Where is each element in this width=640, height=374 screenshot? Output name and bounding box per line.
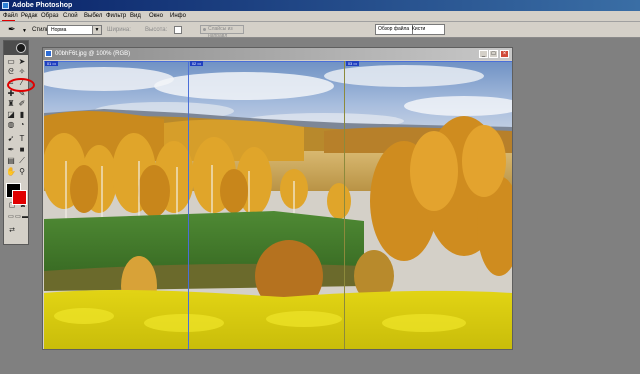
palette-well: Обзор файла Кисти [375,24,445,35]
height-label: Высота: [145,27,168,33]
pen-icon[interactable]: ✒ [6,145,16,154]
zoom-icon[interactable]: ⚲ [17,167,27,176]
menu-file-underline [2,20,15,21]
gradient-icon[interactable]: ▮ [17,110,27,119]
slices-from-guides-button[interactable]: Слайсы из направл [200,25,244,39]
dodge-icon[interactable]: ◔ [17,120,27,129]
menu-layer[interactable]: Слой [63,11,78,21]
document-icon [45,50,52,57]
background-color-swatch[interactable] [12,190,27,205]
lasso-icon[interactable]: ᘓ [6,67,16,76]
menu-filter[interactable]: Фильтр [106,11,126,21]
menu-edit[interactable]: Редак [21,11,37,21]
chevron-down-icon[interactable]: ▼ [22,28,27,34]
toolbox: ▭ ➤ ᘓ ✧ ⌗ ⁄ ✚ ✎ ♜ ✐ ◪ ▮ ◍ ◔ ➹ T ✒ ■ ▤ ⟋ … [3,40,29,245]
slice-number-tag-2: 02 ▭ [190,61,203,66]
adobe-online-icon[interactable] [16,43,26,53]
rectangular-marquee-icon[interactable]: ▭ [6,57,16,66]
menu-image[interactable]: Образ [41,11,58,21]
tab-file-browser[interactable]: Обзор файла [376,25,413,34]
landscape-photo [44,61,512,349]
clone-stamp-icon[interactable]: ♜ [6,99,16,108]
menu-window[interactable]: Окно [149,11,163,21]
minimize-button[interactable]: _ [479,50,488,58]
close-button[interactable]: × [500,50,509,58]
height-field[interactable] [174,26,182,34]
toolbox-header[interactable] [4,41,28,55]
tab-brushes[interactable]: Кисти [410,25,427,34]
screen-mode-full-icon[interactable]: ▬ [20,213,30,222]
document-title-bar[interactable]: 00bhF6t.jpg @ 100% (RGB) _ □ × [43,48,512,60]
slice-tool-preset-icon[interactable]: ✒ [8,25,16,34]
shape-icon[interactable]: ■ [17,145,27,154]
eyedropper-icon[interactable]: ⟋ [17,156,27,165]
photoshop-logo-icon [2,2,9,9]
slice-tool-highlight-circle [7,78,35,92]
magic-wand-icon[interactable]: ✧ [17,67,27,76]
menu-help[interactable]: Инфо [170,11,186,21]
chevron-down-icon: ▼ [92,26,101,34]
slices-from-guides-label: Слайсы из направл [208,26,233,39]
notes-icon[interactable]: ▤ [6,156,16,165]
path-selection-icon[interactable]: ➹ [6,134,16,143]
jump-to-imageready-icon[interactable]: ⇄ [7,226,17,235]
history-brush-icon[interactable]: ✐ [17,99,27,108]
move-icon[interactable]: ➤ [17,57,27,66]
type-icon[interactable]: T [17,134,27,143]
menu-bar: Файл Редак Образ Слой Выбел Фильтр Вид О… [0,11,640,22]
app-title-bar: Adobe Photoshop [0,0,640,11]
document-window: 00bhF6t.jpg @ 100% (RGB) _ □ × 01 ▭ 02 ▭… [42,47,513,350]
image-canvas[interactable]: 01 ▭ 02 ▭ 03 ▭ [44,61,512,349]
document-title: 00bhF6t.jpg @ 100% (RGB) [55,51,131,57]
menu-select[interactable]: Выбел [84,11,102,21]
width-label: Ширина: [107,27,131,33]
button-dot-icon [203,28,206,31]
style-value: Норма [51,27,67,33]
menu-view[interactable]: Вид [130,11,141,21]
hand-icon[interactable]: ✋ [6,167,16,176]
style-select[interactable]: Норма ▼ [47,25,102,35]
app-title: Adobe Photoshop [12,2,73,9]
slice-number-tag-3: 03 ▭ [346,61,359,66]
maximize-button[interactable]: □ [489,50,498,58]
blur-icon[interactable]: ◍ [6,120,16,129]
slice-number-tag-1: 01 ▭ [45,61,58,66]
eraser-icon[interactable]: ◪ [6,110,16,119]
